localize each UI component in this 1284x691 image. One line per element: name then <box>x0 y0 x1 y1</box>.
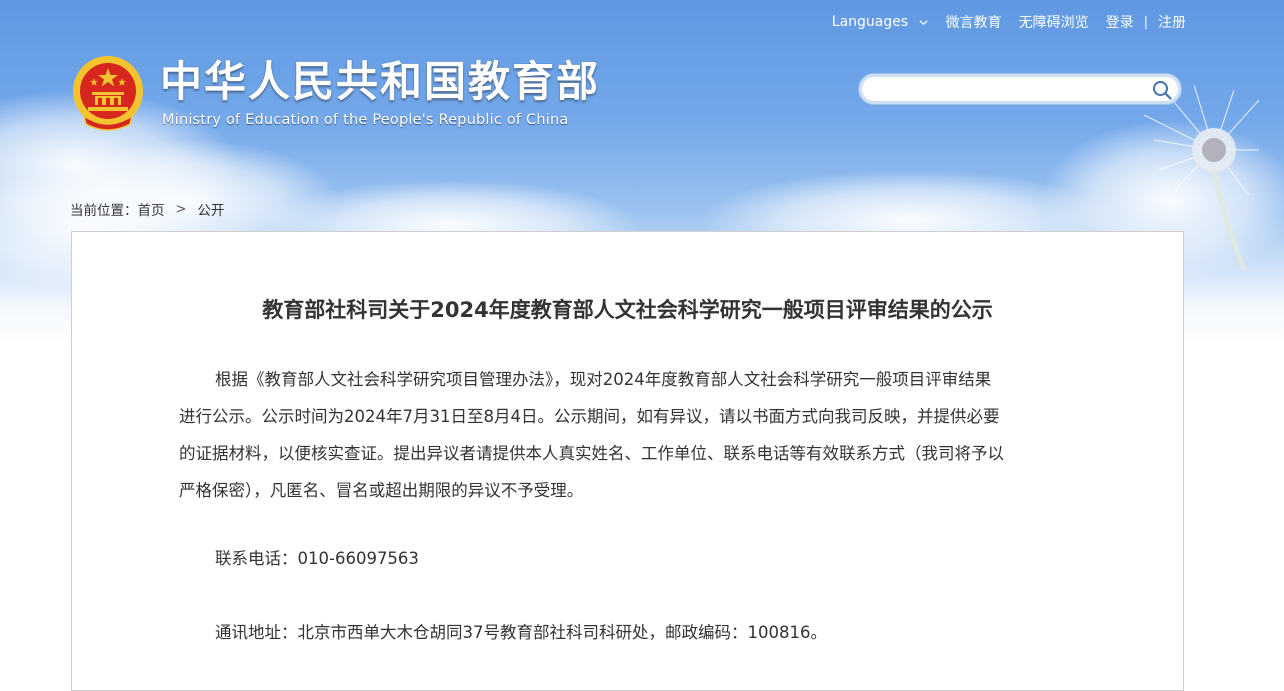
weibo-link[interactable]: 微言教育 <box>946 12 1002 32</box>
contact-phone: 联系电话：010-66097563 <box>215 549 419 568</box>
paragraph-line: 根据《教育部人文社会科学研究项目管理办法》，现对2024年度教育部人文社会科学研… <box>215 370 992 389</box>
breadcrumb-home-link[interactable]: 首页 <box>138 199 165 219</box>
breadcrumb: 当前位置： 首页 > 公开 <box>70 199 224 220</box>
search-input[interactable] <box>873 80 1145 102</box>
search-box <box>858 73 1182 105</box>
article-panel: 教育部社科司关于2024年度教育部人文社会科学研究一般项目评审结果的公示 根据《… <box>71 231 1184 691</box>
chevron-down-icon <box>919 19 928 25</box>
top-links-bar: Languages 微言教育 无障碍浏览 登录 | 注册 <box>832 12 1186 32</box>
login-link[interactable]: 登录 <box>1106 12 1134 32</box>
article-title: 教育部社科司关于2024年度教育部人文社会科学研究一般项目评审结果的公示 <box>262 298 993 322</box>
paragraph-line: 的证据材料，以便核实查证。提出异议者请提供本人真实姓名、工作单位、联系电话等有效… <box>179 444 1004 463</box>
languages-label: Languages <box>831 14 909 30</box>
article-body: 根据《教育部人文社会科学研究项目管理办法》，现对2024年度教育部人文社会科学研… <box>179 361 1083 509</box>
paragraph-line: 进行公示。公示时间为2024年7月31日至8月4日。公示期间，如有异议，请以书面… <box>179 407 1000 426</box>
search-icon[interactable] <box>1151 79 1173 101</box>
breadcrumb-prefix: 当前位置： <box>70 203 138 219</box>
site-title-cn: 中华人民共和国教育部 <box>160 57 601 106</box>
accessibility-link[interactable]: 无障碍浏览 <box>1019 12 1089 32</box>
register-link[interactable]: 注册 <box>1158 12 1186 32</box>
site-title-en: Ministry of Education of the People's Re… <box>162 112 569 128</box>
national-emblem-icon[interactable] <box>70 54 146 132</box>
breadcrumb-current[interactable]: 公开 <box>197 199 224 219</box>
link-separator: | <box>1143 14 1148 30</box>
paragraph-line: 严格保密），凡匿名、冒名或超出期限的异议不予受理。 <box>179 481 584 500</box>
breadcrumb-arrow: > <box>175 201 187 217</box>
languages-dropdown[interactable]: Languages <box>832 14 929 30</box>
contact-address: 通讯地址：北京市西单大木仓胡同37号教育部社科司科研处，邮政编码：100816。 <box>215 623 827 642</box>
